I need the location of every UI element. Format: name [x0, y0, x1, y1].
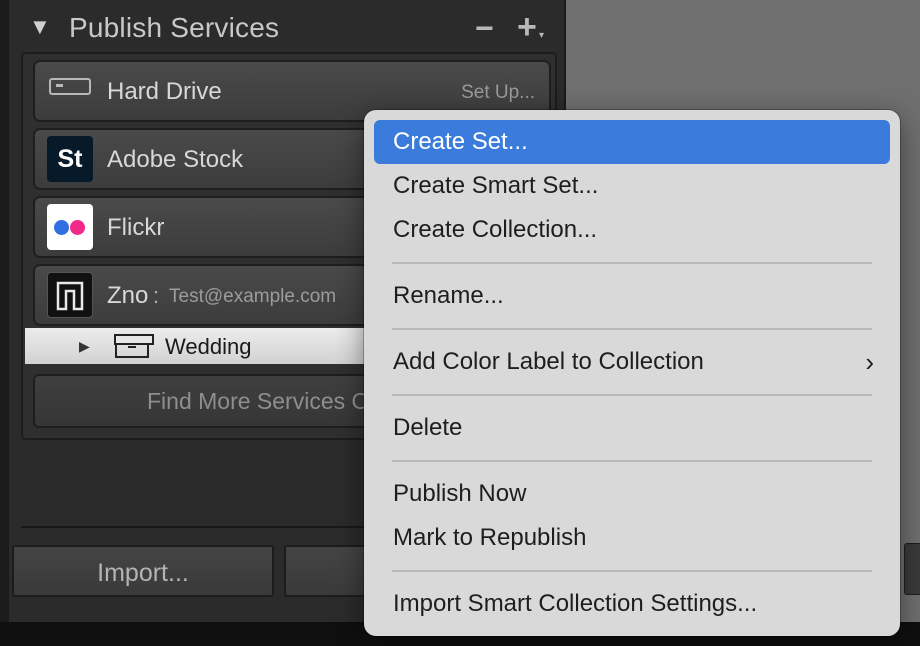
- service-label: Adobe Stock: [107, 146, 244, 173]
- collapse-triangle-icon[interactable]: ▼: [29, 14, 51, 40]
- menu-item-create-smart-set[interactable]: Create Smart Set...: [374, 164, 890, 208]
- menu-separator: [392, 328, 872, 330]
- panel-title: Publish Services: [69, 12, 280, 43]
- flickr-icon: [47, 204, 93, 250]
- menu-item-import-smart-collection-settings[interactable]: Import Smart Collection Settings...: [374, 582, 890, 626]
- service-label: Hard Drive: [107, 78, 222, 105]
- service-label: Flickr: [107, 214, 165, 241]
- menu-separator: [392, 262, 872, 264]
- find-more-label: Find More Services O: [147, 388, 370, 414]
- account-separator: :: [153, 283, 160, 308]
- account-email: Test@example.com: [169, 286, 337, 307]
- adobe-stock-icon: St: [47, 136, 93, 182]
- menu-item-create-set[interactable]: Create Set...: [374, 120, 890, 164]
- disclosure-triangle-icon[interactable]: ▶: [79, 338, 90, 355]
- add-service-button[interactable]: +: [517, 8, 537, 47]
- import-label: Import...: [97, 559, 189, 587]
- menu-item-publish-now[interactable]: Publish Now: [374, 472, 890, 516]
- collection-set-icon: [114, 334, 154, 358]
- left-edge: [0, 0, 8, 622]
- menu-item-mark-to-republish[interactable]: Mark to Republish: [374, 516, 890, 560]
- import-button[interactable]: Import...: [12, 545, 274, 597]
- add-menu-caret-icon: ▾: [539, 30, 545, 41]
- menu-separator: [392, 570, 872, 572]
- menu-item-rename[interactable]: Rename...: [374, 274, 890, 318]
- menu-item-label: Add Color Label to Collection: [393, 348, 704, 375]
- hard-drive-icon: [49, 78, 91, 95]
- right-bottom-button[interactable]: [904, 543, 920, 595]
- context-menu: Create Set... Create Smart Set... Create…: [364, 110, 900, 636]
- collection-label: Wedding: [165, 334, 252, 359]
- zno-icon: [47, 272, 93, 318]
- chevron-right-icon: ›: [865, 347, 874, 377]
- menu-separator: [392, 394, 872, 396]
- remove-service-button[interactable]: −: [475, 10, 494, 47]
- menu-item-create-collection[interactable]: Create Collection...: [374, 208, 890, 252]
- menu-separator: [392, 460, 872, 462]
- menu-item-delete[interactable]: Delete: [374, 406, 890, 450]
- setup-link[interactable]: Set Up...: [461, 82, 535, 104]
- menu-item-add-color-label[interactable]: Add Color Label to Collection ›: [374, 340, 890, 384]
- service-label: Zno: [107, 282, 149, 309]
